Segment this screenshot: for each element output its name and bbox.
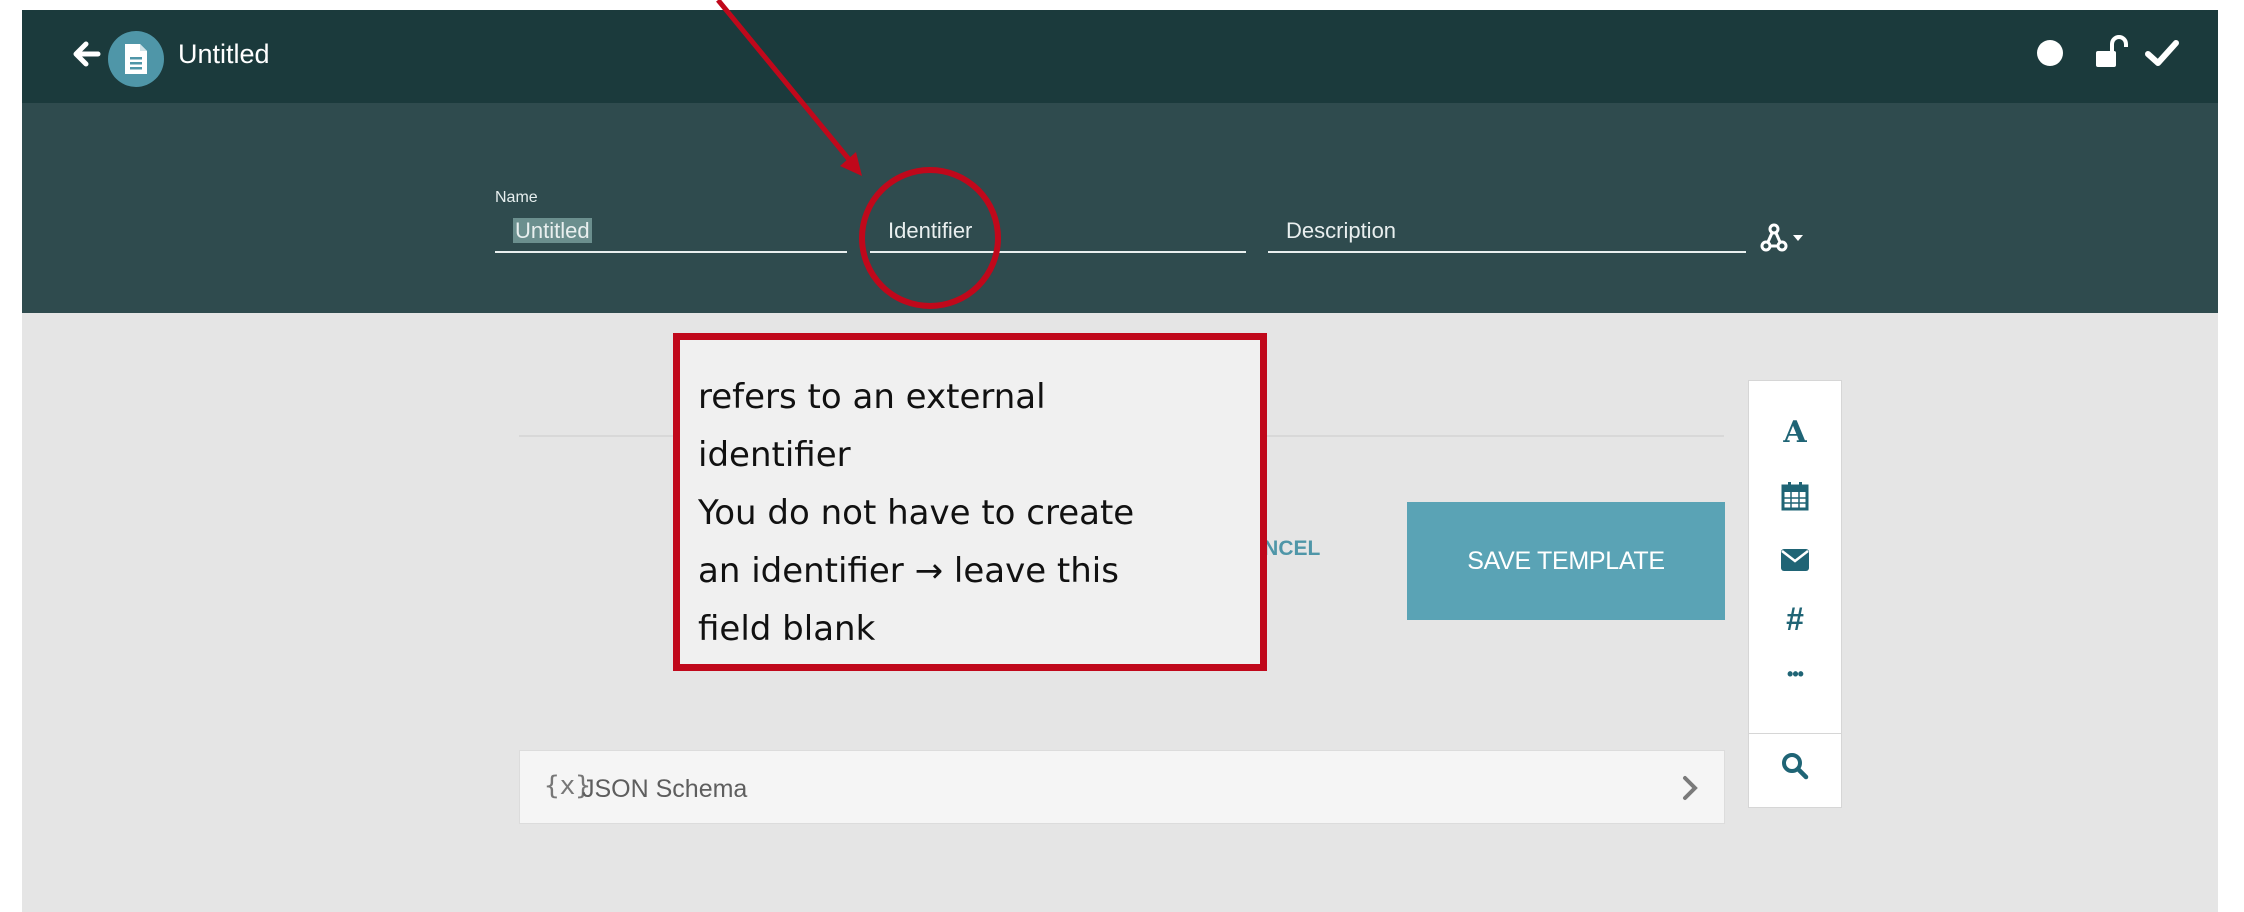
name-label: Name: [495, 189, 538, 206]
share-nodes-icon[interactable]: [1760, 220, 1810, 254]
json-schema-row[interactable]: {x} JSON Schema: [519, 750, 1725, 824]
template-header-panel: Name Untitled Identifier Description: [22, 103, 2218, 313]
toolbox-divider: [1749, 733, 1841, 734]
email-field-tool[interactable]: [1749, 536, 1841, 586]
hash-icon: #: [1786, 601, 1804, 637]
identifier-placeholder: Identifier: [888, 218, 973, 243]
calendar-icon: [1781, 482, 1809, 511]
more-fields-tool[interactable]: •••: [1749, 656, 1841, 706]
json-schema-label: JSON Schema: [582, 775, 748, 803]
unlock-icon[interactable]: [2090, 33, 2130, 73]
save-template-button[interactable]: SAVE TEMPLATE: [1407, 502, 1725, 620]
more-icon: •••: [1787, 664, 1804, 684]
text-field-tool[interactable]: A: [1749, 411, 1841, 461]
chevron-right-icon[interactable]: [1680, 775, 1700, 801]
document-icon: [108, 31, 164, 87]
top-bar: Untitled: [22, 10, 2218, 103]
annotation-callout: refers to an external identifier You do …: [673, 333, 1267, 671]
annotation-text: refers to an external identifier You do …: [698, 377, 1135, 649]
identifier-input[interactable]: Identifier: [870, 209, 1246, 253]
text-icon: A: [1783, 415, 1807, 450]
arrow-left-icon[interactable]: [68, 36, 104, 72]
template-title: Untitled: [178, 39, 270, 69]
description-placeholder: Description: [1286, 218, 1397, 243]
date-field-tool[interactable]: [1749, 473, 1841, 523]
numeric-field-tool[interactable]: #: [1749, 597, 1841, 647]
field-toolbox: A # •••: [1748, 380, 1842, 808]
description-input[interactable]: Description: [1268, 209, 1746, 253]
envelope-icon: [1781, 549, 1809, 571]
circle-dot-icon[interactable]: [2033, 36, 2067, 70]
name-value: Untitled: [513, 218, 592, 243]
name-input[interactable]: Untitled: [495, 209, 847, 253]
search-fields-tool[interactable]: [1749, 743, 1841, 793]
search-icon: [1782, 753, 1809, 780]
checkmark-icon[interactable]: [2142, 35, 2182, 71]
